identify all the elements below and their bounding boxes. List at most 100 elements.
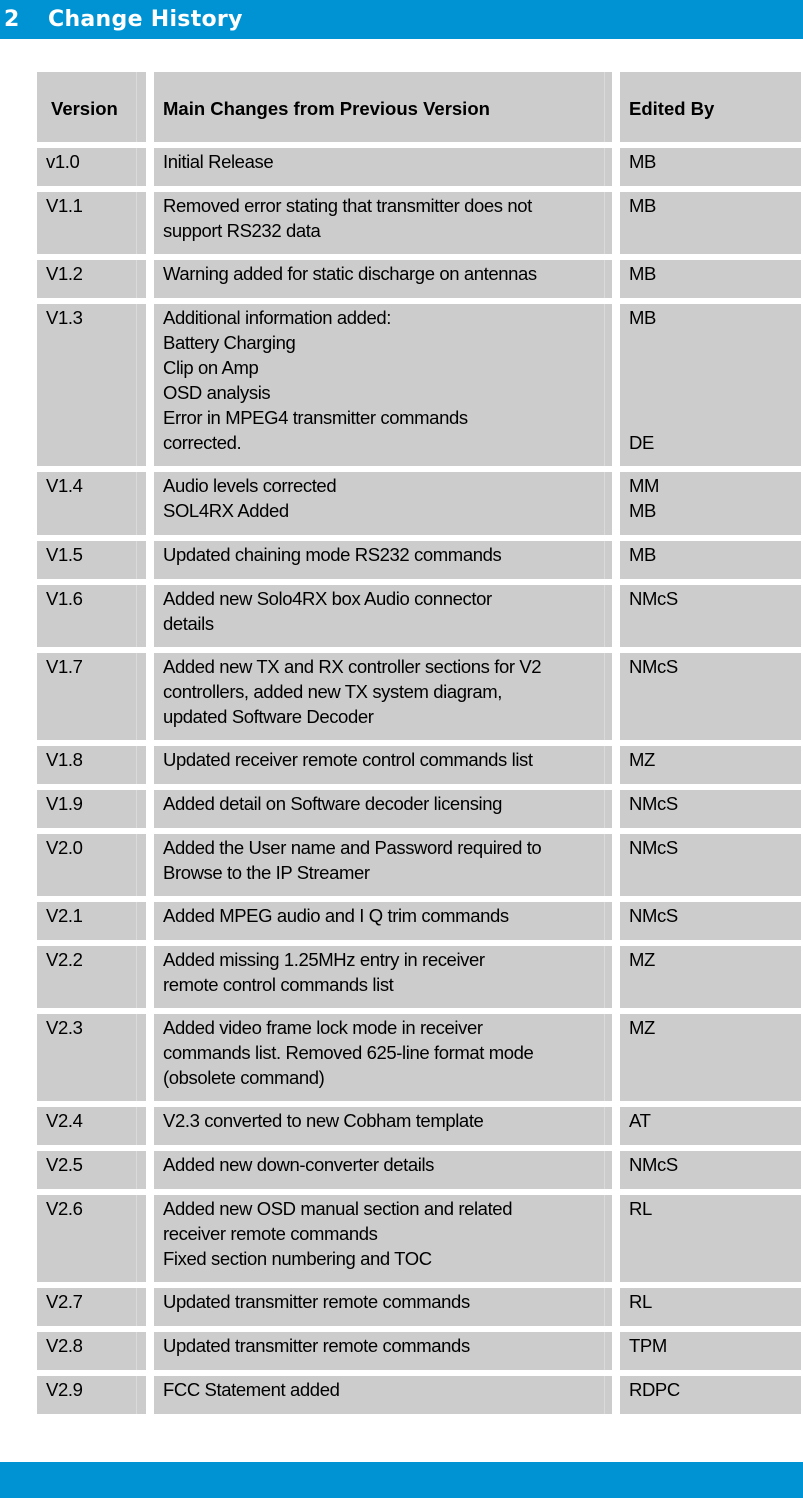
version-cell: V2.8 xyxy=(37,1332,146,1370)
edited-by-cell: RL xyxy=(620,1195,801,1282)
edited-by-cell: NMcS xyxy=(620,1151,801,1189)
table-row: V1.3 Additional information added: Batter… xyxy=(37,304,803,466)
header-edited-by: Edited By xyxy=(620,72,801,142)
table-row: v1.0 Initial Release MB xyxy=(37,148,803,186)
table-row: V1.4 Audio levels corrected SOL4RX Added M… xyxy=(37,472,803,535)
table-row: V2.6 Added new OSD manual section and rel… xyxy=(37,1195,803,1282)
changes-cell-text: Added new down-converter details xyxy=(163,1154,435,1175)
version-cell: V2.7 xyxy=(37,1288,146,1326)
changes-cell: Updated chaining mode RS232 commands xyxy=(154,541,612,579)
edited-by-cell: MB xyxy=(620,192,801,254)
edited-by-cell-text: TPM xyxy=(629,1335,667,1356)
edited-by-cell: RL xyxy=(620,1288,801,1326)
edited-by-cell: MB xyxy=(620,541,801,579)
changes-cell-text: Added the User name and Password require… xyxy=(163,837,542,883)
version-cell-text: v1.0 xyxy=(46,151,80,172)
changes-cell: Added new OSD manual section and related… xyxy=(154,1195,612,1282)
edited-by-cell-text: NMcS xyxy=(629,905,678,926)
changes-cell-text: Added new OSD manual section and related… xyxy=(163,1198,513,1269)
version-cell: V1.6 xyxy=(37,585,146,647)
table-header-row: Version Main Changes from Previous Versi… xyxy=(37,72,803,142)
version-cell-text: V1.6 xyxy=(46,588,83,609)
version-cell: V1.2 xyxy=(37,260,146,298)
version-cell-text: V1.8 xyxy=(46,749,83,770)
edited-by-cell-text: NMcS xyxy=(629,793,678,814)
version-cell-text: V2.4 xyxy=(46,1110,83,1131)
edited-by-cell: NMcS xyxy=(620,902,801,940)
version-cell-text: V2.9 xyxy=(46,1379,83,1400)
changes-cell-text: Updated transmitter remote commands xyxy=(163,1335,470,1356)
version-cell-text: V2.1 xyxy=(46,905,83,926)
version-cell-text: V2.8 xyxy=(46,1335,83,1356)
version-cell: V1.1 xyxy=(37,192,146,254)
changes-cell-text: Initial Release xyxy=(163,151,274,172)
edited-by-cell-text: RL xyxy=(629,1198,652,1219)
table-row: V1.8 Updated receiver remote control comm… xyxy=(37,746,803,784)
version-cell: V2.3 xyxy=(37,1014,146,1101)
changes-cell-text: Added detail on Software decoder licensi… xyxy=(163,793,503,814)
version-cell-text: V1.9 xyxy=(46,793,83,814)
table-row: V2.5 Added new down-converter details NMcS xyxy=(37,1151,803,1189)
header-version: Version xyxy=(37,72,146,142)
changes-cell: Warning added for static discharge on an… xyxy=(154,260,612,298)
footer-bar xyxy=(0,1462,803,1498)
changes-cell-text: FCC Statement added xyxy=(163,1379,340,1400)
changes-cell-text: V2.3 converted to new Cobham template xyxy=(163,1110,484,1131)
version-cell: V2.6 xyxy=(37,1195,146,1282)
edited-by-cell: MB xyxy=(620,148,801,186)
table-row: V1.5 Updated chaining mode RS232 commands… xyxy=(37,541,803,579)
version-cell-text: V1.5 xyxy=(46,544,83,565)
edited-by-cell: RDPC xyxy=(620,1376,801,1414)
edited-by-cell: NMcS xyxy=(620,653,801,740)
edited-by-cell-text: NMcS xyxy=(629,656,678,677)
changes-cell: Audio levels corrected SOL4RX Added xyxy=(154,472,612,535)
edited-by-cell-text: MB xyxy=(629,263,656,284)
changes-cell-text: Updated receiver remote control commands… xyxy=(163,749,533,770)
changes-cell: Added new down-converter details xyxy=(154,1151,612,1189)
version-cell: V1.3 xyxy=(37,304,146,466)
table-row: V2.3 Added video frame lock mode in recei… xyxy=(37,1014,803,1101)
changes-cell-text: Added MPEG audio and I Q trim commands xyxy=(163,905,509,926)
edited-by-cell-text: MB xyxy=(629,151,656,172)
version-cell: V2.1 xyxy=(37,902,146,940)
changes-cell: Added MPEG audio and I Q trim commands xyxy=(154,902,612,940)
version-cell-text: V2.0 xyxy=(46,837,83,858)
edited-by-cell-text: MZ xyxy=(629,949,655,970)
edited-by-cell-text: NMcS xyxy=(629,1154,678,1175)
section-number: 2 xyxy=(4,7,20,32)
version-cell: V1.7 xyxy=(37,653,146,740)
edited-by-cell: MZ xyxy=(620,1014,801,1101)
section-title: Change History xyxy=(48,7,243,32)
table-row: V2.2 Added missing 1.25MHz entry in recei… xyxy=(37,946,803,1008)
version-cell-text: V1.7 xyxy=(46,656,83,677)
edited-by-cell-text: NMcS xyxy=(629,837,678,858)
changes-cell-text: Added video frame lock mode in receiver … xyxy=(163,1017,534,1088)
section-header: 2 Change History xyxy=(0,0,803,39)
table-row: V2.4 V2.3 converted to new Cobham templat… xyxy=(37,1107,803,1145)
edited-by-cell-text: MM MB xyxy=(629,475,660,521)
version-cell-text: V2.6 xyxy=(46,1198,83,1219)
table-row: V1.7 Added new TX and RX controller secti… xyxy=(37,653,803,740)
edited-by-cell: MZ xyxy=(620,746,801,784)
edited-by-cell: AT xyxy=(620,1107,801,1145)
changes-cell: Updated transmitter remote commands xyxy=(154,1288,612,1326)
version-cell-text: V2.2 xyxy=(46,949,83,970)
table-row: V2.9 FCC Statement added RDPC xyxy=(37,1376,803,1414)
changes-cell: Added the User name and Password require… xyxy=(154,834,612,896)
changes-cell: Added new Solo4RX box Audio connector de… xyxy=(154,585,612,647)
version-cell: V2.9 xyxy=(37,1376,146,1414)
edited-by-cell-text: MZ xyxy=(629,1017,655,1038)
changes-cell: Removed error stating that transmitter d… xyxy=(154,192,612,254)
changes-cell-text: Added new Solo4RX box Audio connector de… xyxy=(163,588,492,634)
table-row: V1.6 Added new Solo4RX box Audio connecto… xyxy=(37,585,803,647)
edited-by-cell: NMcS xyxy=(620,790,801,828)
version-cell-text: V2.7 xyxy=(46,1291,83,1312)
edited-by-cell: TPM xyxy=(620,1332,801,1370)
changes-cell-text: Removed error stating that transmitter d… xyxy=(163,195,532,241)
edited-by-cell-text: MB xyxy=(629,195,656,216)
table-body: v1.0 Initial Release MB V1.1 Removed error s… xyxy=(37,148,803,1414)
version-cell-text: V1.1 xyxy=(46,195,83,216)
version-cell-text: V2.3 xyxy=(46,1017,83,1038)
changes-cell: Added new TX and RX controller sections … xyxy=(154,653,612,740)
changes-cell: Updated transmitter remote commands xyxy=(154,1332,612,1370)
